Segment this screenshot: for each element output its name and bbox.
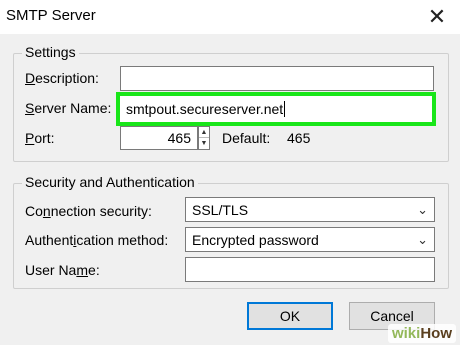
description-field[interactable] bbox=[120, 66, 434, 91]
connection-security-label: Connection security: bbox=[25, 203, 152, 219]
auth-method-value: Encrypted password bbox=[192, 231, 319, 248]
spin-up-icon[interactable]: ▲ bbox=[199, 127, 209, 138]
auth-method-label: Authentication method: bbox=[25, 232, 169, 248]
text-caret bbox=[284, 101, 286, 117]
connection-security-select[interactable]: SSL/TLS ⌄ bbox=[185, 197, 435, 222]
connection-security-value: SSL/TLS bbox=[192, 201, 249, 218]
description-label: Description: bbox=[25, 70, 99, 86]
close-button[interactable]: ✕ bbox=[414, 0, 460, 34]
server-name-field[interactable]: smtpout.secureserver.net bbox=[116, 92, 436, 126]
title-bar: SMTP Server ✕ bbox=[0, 0, 460, 34]
server-name-value: smtpout.secureserver.net bbox=[126, 101, 284, 117]
user-name-field[interactable] bbox=[185, 257, 435, 282]
user-name-label: User Name: bbox=[25, 262, 100, 278]
close-icon: ✕ bbox=[427, 4, 447, 29]
port-label: Port: bbox=[25, 130, 55, 146]
chevron-down-icon: ⌄ bbox=[417, 231, 428, 247]
security-legend: Security and Authentication bbox=[22, 174, 198, 190]
port-field[interactable]: 465 bbox=[120, 126, 198, 150]
auth-method-select[interactable]: Encrypted password ⌄ bbox=[185, 227, 435, 252]
server-name-label: Server Name: bbox=[25, 100, 112, 116]
chevron-down-icon: ⌄ bbox=[417, 201, 428, 217]
port-spinner[interactable]: ▲ ▼ bbox=[198, 126, 210, 150]
port-default-value: 465 bbox=[287, 130, 311, 146]
wikihow-watermark: wikiHow bbox=[387, 324, 456, 343]
spin-down-icon[interactable]: ▼ bbox=[199, 138, 209, 149]
port-default-label: Default: bbox=[222, 130, 271, 146]
ok-button[interactable]: OK bbox=[247, 302, 333, 330]
settings-legend: Settings bbox=[22, 44, 79, 60]
window-title: SMTP Server bbox=[6, 7, 96, 24]
